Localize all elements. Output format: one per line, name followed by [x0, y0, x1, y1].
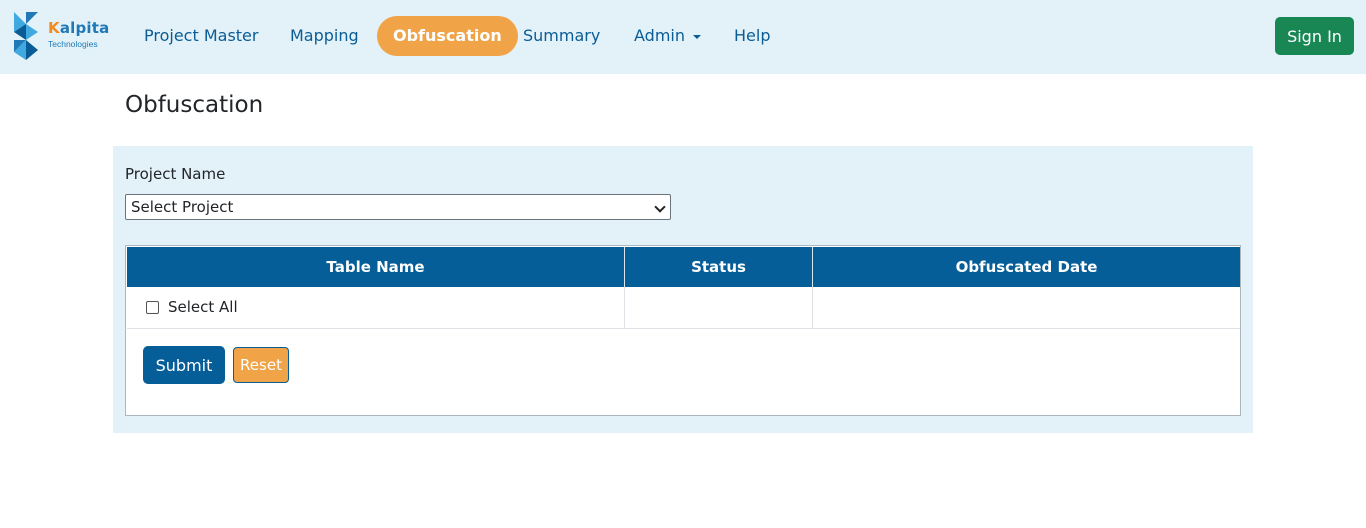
nav-project-master[interactable]: Project Master: [144, 16, 258, 56]
obfuscation-panel: Project Name Select Project Table Name S…: [113, 146, 1253, 433]
header-obfuscated-date: Obfuscated Date: [955, 258, 1098, 276]
sign-in-button[interactable]: Sign In: [1275, 17, 1354, 55]
page-title: Obfuscation: [125, 92, 264, 118]
nav-summary[interactable]: Summary: [523, 16, 600, 56]
project-select[interactable]: Select Project: [125, 194, 671, 220]
header-status: Status: [691, 258, 746, 276]
nav-help[interactable]: Help: [734, 16, 770, 56]
chevron-down-icon: [654, 201, 666, 213]
reset-button[interactable]: Reset: [233, 347, 289, 383]
brand-subtitle: Technologies: [48, 39, 98, 49]
project-name-label: Project Name: [125, 165, 226, 183]
nav-obfuscation[interactable]: Obfuscation: [377, 16, 518, 56]
tables-table: Table Name Status Obfuscated Date Select…: [125, 245, 1241, 416]
caret-down-icon: [693, 34, 701, 39]
table-header: Table Name Status Obfuscated Date: [127, 247, 1240, 287]
header-table-name: Table Name: [326, 258, 425, 276]
nav-admin-label: Admin: [634, 26, 685, 45]
project-select-value: Select Project: [131, 198, 234, 216]
brand-name: Kalpita: [48, 19, 110, 37]
select-all-label[interactable]: Select All: [168, 298, 238, 316]
select-all-checkbox[interactable]: [146, 301, 159, 314]
nav-mapping[interactable]: Mapping: [290, 16, 359, 56]
cell-divider: [624, 287, 625, 329]
table-row: Select All: [127, 287, 1240, 329]
cell-divider: [812, 287, 813, 329]
top-navbar: Kalpita Technologies Project Master Mapp…: [0, 0, 1366, 74]
submit-button[interactable]: Submit: [143, 346, 225, 384]
brand-logo[interactable]: Kalpita Technologies: [12, 10, 122, 62]
nav-admin-dropdown[interactable]: Admin: [634, 16, 701, 56]
brand-mark-icon: [14, 12, 38, 60]
